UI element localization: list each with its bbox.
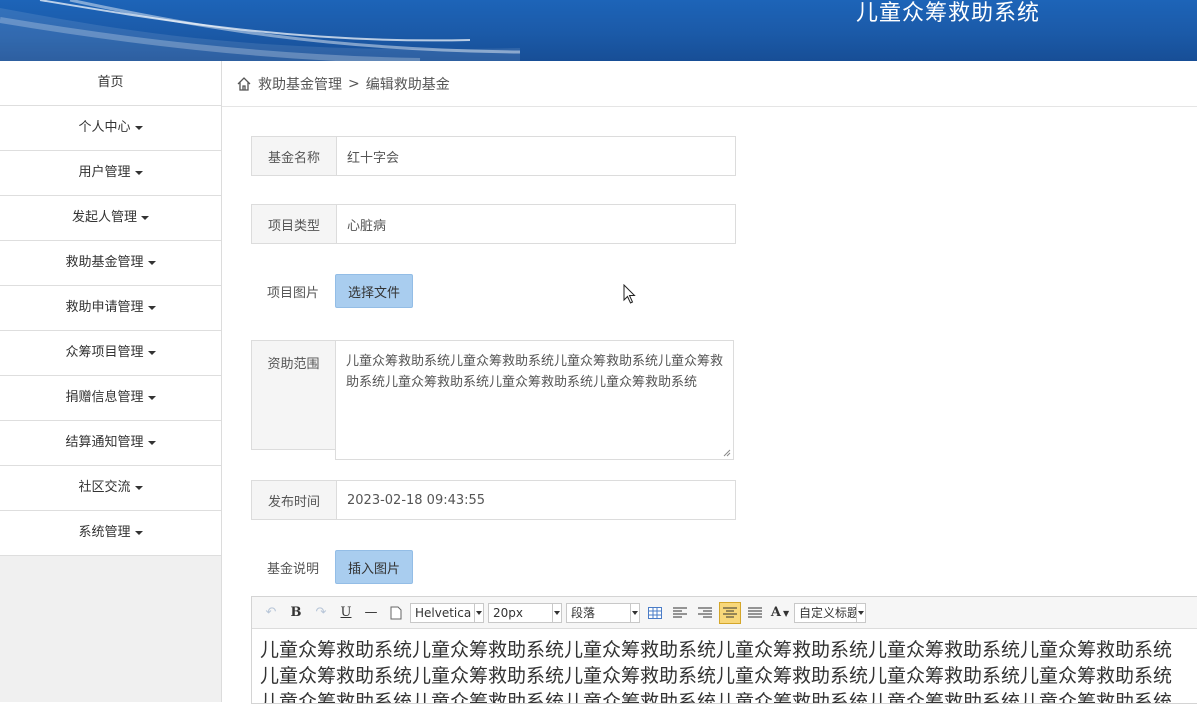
caret-down-icon [147, 440, 156, 445]
editor-toolbar: ↶ B ↷ U — Helvetica I 20px 段落 A ▼ 自定义标题 [252, 597, 1197, 629]
sidebar-item-label: 发起人管理 [71, 210, 137, 225]
custom-heading-value: 自定义标题 [799, 606, 860, 620]
project-image-row: 项目图片 选择文件 [251, 272, 414, 310]
chevron-down-icon [856, 603, 865, 622]
caret-down-icon [147, 350, 156, 355]
scope-textarea[interactable]: 儿童众筹救助系统儿童众筹救助系统儿童众筹救助系统儿童众筹救助系统儿童众筹救助系统… [335, 340, 734, 460]
scope-text: 儿童众筹救助系统儿童众筹救助系统儿童众筹救助系统儿童众筹救助系统儿童众筹救助系统… [346, 354, 724, 390]
description-label: 基金说明 [266, 561, 319, 577]
caret-down-icon [147, 305, 156, 310]
scope-label-text: 资助范围 [267, 357, 320, 372]
chevron-down-icon [474, 603, 483, 622]
sidebar-item-personal-center[interactable]: 个人中心 [0, 106, 221, 151]
font-family-value: Helvetica I [415, 605, 479, 620]
document-icon[interactable] [385, 602, 407, 624]
caret-down-icon [141, 215, 149, 220]
project-type-row: 项目类型 心脏病 [251, 204, 736, 244]
align-justify-icon[interactable] [744, 602, 766, 624]
table-icon[interactable] [644, 602, 666, 624]
project-image-label: 项目图片 [266, 285, 319, 301]
publish-time-row: 发布时间 2023-02-18 09:43:55 [251, 480, 736, 520]
sidebar-item-initiator-management[interactable]: 发起人管理 [0, 196, 221, 241]
sidebar-menu: 首页 个人中心 用户管理 发起人管理 救助基金管理 救助申请管理 众筹项目管理 … [0, 61, 221, 556]
app-title: 儿童众筹救助系统 [856, 1, 1041, 26]
sidebar-item-label: 系统管理 [78, 525, 131, 540]
breadcrumb-parent[interactable]: 救助基金管理 [258, 74, 342, 94]
description-row: 基金说明 插入图片 [251, 548, 414, 586]
caret-down-icon [147, 395, 156, 400]
publish-time-input[interactable]: 2023-02-18 09:43:55 [336, 480, 736, 520]
sidebar-item-label: 个人中心 [78, 120, 131, 135]
sidebar-item-home[interactable]: 首页 [0, 61, 221, 106]
sidebar-item-donation-management[interactable]: 捐赠信息管理 [0, 376, 221, 421]
project-type-label: 项目类型 [251, 204, 336, 244]
sidebar-item-label: 救助申请管理 [65, 300, 144, 315]
rich-text-editor: ↶ B ↷ U — Helvetica I 20px 段落 A ▼ 自定义标题 儿… [251, 596, 1197, 704]
font-size-select[interactable]: 20px [488, 602, 562, 623]
sidebar-item-project-management[interactable]: 众筹项目管理 [0, 331, 221, 376]
font-color-icon[interactable]: A ▼ [769, 602, 791, 624]
home-icon[interactable] [236, 76, 252, 92]
sidebar-item-label: 首页 [97, 75, 124, 90]
horizontal-rule-icon[interactable]: — [360, 602, 382, 624]
breadcrumb-separator: > [348, 75, 360, 92]
redo-icon[interactable]: ↷ [310, 602, 332, 624]
paragraph-value: 段落 [571, 606, 596, 620]
breadcrumb: 救助基金管理 > 编辑救助基金 [222, 61, 1197, 107]
underline-icon[interactable]: U [335, 602, 357, 624]
chevron-down-icon [630, 603, 639, 622]
choose-file-button[interactable]: 选择文件 [335, 274, 414, 308]
editor-line: 儿童众筹救助系统儿童众筹救助系统儿童众筹救助系统儿童众筹救助系统儿童众筹救助系统… [260, 665, 1173, 687]
sidebar-item-label: 救助基金管理 [65, 255, 144, 270]
sidebar-item-label: 用户管理 [78, 165, 131, 180]
align-right-icon[interactable] [694, 602, 716, 624]
sidebar-item-label: 捐赠信息管理 [65, 390, 144, 405]
fund-name-row: 基金名称 红十字会 [251, 136, 736, 176]
mouse-cursor-icon [623, 284, 636, 304]
header-swoosh-decoration [0, 0, 520, 61]
fund-name-input[interactable]: 红十字会 [336, 136, 736, 176]
sidebar-item-community[interactable]: 社区交流 [0, 466, 221, 511]
caret-down-icon [134, 125, 143, 130]
caret-down-icon [147, 260, 156, 265]
align-left-icon[interactable] [669, 602, 691, 624]
chevron-down-icon [552, 603, 561, 622]
project-type-input[interactable]: 心脏病 [336, 204, 736, 244]
resize-grip-icon[interactable] [723, 449, 731, 457]
bold-icon[interactable]: B [285, 602, 307, 624]
sidebar-item-label: 社区交流 [78, 480, 131, 495]
caret-down-icon [134, 485, 143, 490]
sidebar-item-user-management[interactable]: 用户管理 [0, 151, 221, 196]
breadcrumb-current: 编辑救助基金 [365, 76, 450, 93]
caret-down-icon [134, 170, 143, 175]
sidebar: 首页 个人中心 用户管理 发起人管理 救助基金管理 救助申请管理 众筹项目管理 … [0, 61, 222, 702]
app-header: 儿童众筹救助系统 [0, 0, 1197, 61]
scope-label: 资助范围 [251, 340, 335, 450]
sidebar-item-system-management[interactable]: 系统管理 [0, 511, 221, 556]
custom-heading-select[interactable]: 自定义标题 [794, 602, 866, 623]
undo-icon[interactable]: ↶ [260, 602, 282, 624]
sidebar-item-label: 结算通知管理 [65, 435, 144, 450]
insert-image-button[interactable]: 插入图片 [335, 550, 414, 584]
font-size-value: 20px [493, 605, 523, 620]
sidebar-item-label: 众筹项目管理 [65, 345, 144, 360]
caret-down-icon [134, 530, 143, 535]
fund-name-label: 基金名称 [251, 136, 336, 176]
sidebar-item-application-management[interactable]: 救助申请管理 [0, 286, 221, 331]
scope-row: 资助范围 儿童众筹救助系统儿童众筹救助系统儿童众筹救助系统儿童众筹救助系统儿童众… [251, 340, 734, 460]
publish-time-label: 发布时间 [251, 480, 336, 520]
sidebar-item-settlement-management[interactable]: 结算通知管理 [0, 421, 221, 466]
paragraph-select[interactable]: 段落 [566, 602, 640, 623]
editor-line: 儿童众筹救助系统儿童众筹救助系统儿童众筹救助系统儿童众筹救助系统儿童众筹救助系统… [260, 639, 1173, 661]
editor-content[interactable]: 儿童众筹救助系统儿童众筹救助系统儿童众筹救助系统儿童众筹救助系统儿童众筹救助系统… [252, 629, 1197, 703]
sidebar-item-fund-management[interactable]: 救助基金管理 [0, 241, 221, 286]
align-center-icon[interactable] [719, 601, 741, 624]
font-family-select[interactable]: Helvetica I [410, 602, 484, 623]
